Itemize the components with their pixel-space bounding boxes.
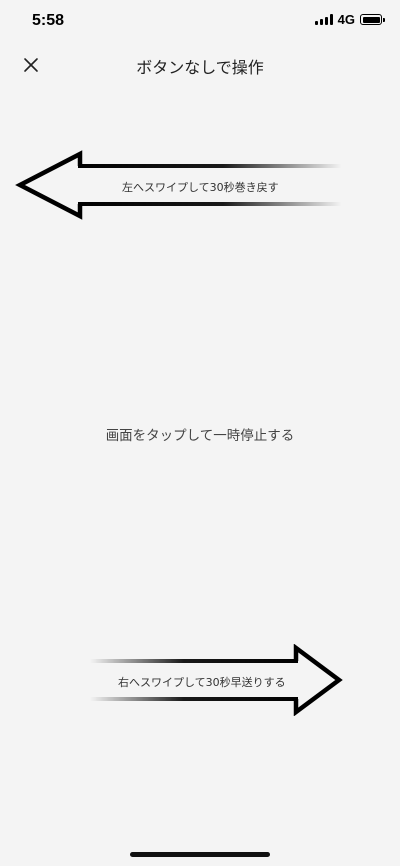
swipe-right-zone[interactable]: 右へスワイプして30秒早送りする xyxy=(0,644,400,716)
network-type: 4G xyxy=(337,12,355,27)
battery-icon xyxy=(360,14,385,25)
status-bar: 5:58 4G xyxy=(0,0,400,44)
page-title: ボタンなしで操作 xyxy=(136,58,264,77)
swipe-left-zone[interactable]: 左へスワイプして30秒巻き戻す xyxy=(0,150,400,222)
status-time: 5:58 xyxy=(32,12,65,29)
status-indicators: 4G xyxy=(314,12,385,27)
header: ボタンなしで操作 xyxy=(0,44,400,84)
cellular-signal-icon xyxy=(314,14,333,25)
swipe-right-label: 右へスワイプして30秒早送りする xyxy=(118,676,286,689)
swipe-left-label: 左へスワイプして30秒巻き戻す xyxy=(122,181,279,194)
tap-to-pause-label: 画面をタップして一時停止する xyxy=(105,428,295,444)
home-indicator[interactable] xyxy=(130,852,270,857)
